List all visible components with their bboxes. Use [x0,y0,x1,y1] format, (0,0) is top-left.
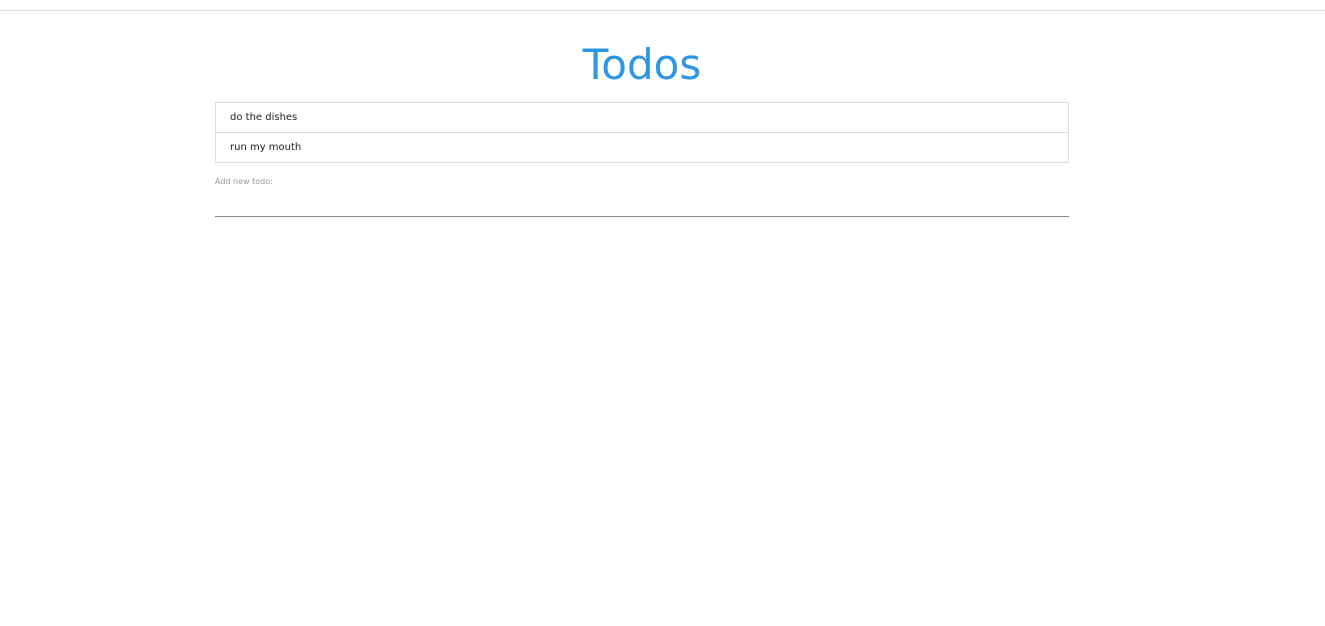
new-todo-label: Add new todo: [215,177,273,186]
top-divider [0,10,1325,11]
todo-item[interactable]: run my mouth [216,133,1068,162]
new-todo-input[interactable] [215,195,1069,217]
todo-list: do the dishes run my mouth [215,102,1069,163]
todo-item[interactable]: do the dishes [216,103,1068,133]
page-title: Todos [582,40,702,89]
new-todo-form: Add new todo: [215,176,1069,217]
todo-app: Todos do the dishes run my mouth Add new… [215,36,1069,217]
